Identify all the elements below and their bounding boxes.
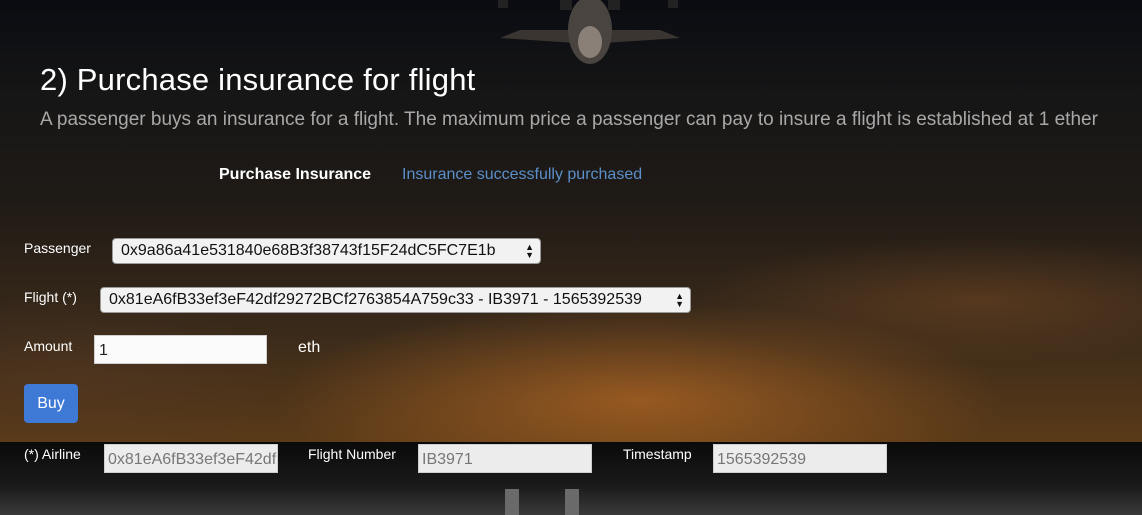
runway-stripe bbox=[565, 489, 579, 515]
tab-purchase-insurance[interactable]: Purchase Insurance bbox=[219, 166, 371, 184]
status-message: Insurance successfully purchased bbox=[402, 166, 643, 183]
select-arrows-icon: ▲ ▼ bbox=[525, 242, 534, 260]
buy-button[interactable]: Buy bbox=[24, 384, 78, 423]
flight-select[interactable]: 0x81eA6fB33ef3eF42df29272BCf2763854A759c… bbox=[100, 287, 691, 313]
flight-number-field[interactable]: IB3971 bbox=[418, 444, 592, 473]
timestamp-label: Timestamp bbox=[623, 446, 692, 462]
select-arrows-icon: ▲ ▼ bbox=[675, 291, 684, 309]
amount-input[interactable]: 1 bbox=[94, 335, 267, 364]
section-description: A passenger buys an insurance for a flig… bbox=[40, 109, 1098, 130]
amount-label: Amount bbox=[24, 338, 73, 354]
timestamp-field[interactable]: 1565392539 bbox=[713, 444, 887, 473]
airline-label: (*) Airline bbox=[24, 446, 81, 462]
passenger-select-value: 0x9a86a41e531840e68B3f38743f15F24dC5FC7E… bbox=[121, 242, 496, 259]
page-title: 2) Purchase insurance for flight bbox=[40, 62, 476, 97]
amount-unit: eth bbox=[298, 339, 321, 356]
airplane-graphic bbox=[498, 0, 680, 64]
airline-field[interactable]: 0x81eA6fB33ef3eF42df29272BCf2763854A759c… bbox=[104, 444, 278, 473]
runway-stripe bbox=[505, 489, 519, 515]
passenger-select[interactable]: 0x9a86a41e531840e68B3f38743f15F24dC5FC7E… bbox=[112, 238, 541, 264]
flight-label: Flight (*) bbox=[24, 289, 77, 305]
flight-number-label: Flight Number bbox=[308, 446, 396, 462]
passenger-label: Passenger bbox=[24, 240, 91, 256]
flight-select-value: 0x81eA6fB33ef3eF42df29272BCf2763854A759c… bbox=[109, 291, 642, 308]
